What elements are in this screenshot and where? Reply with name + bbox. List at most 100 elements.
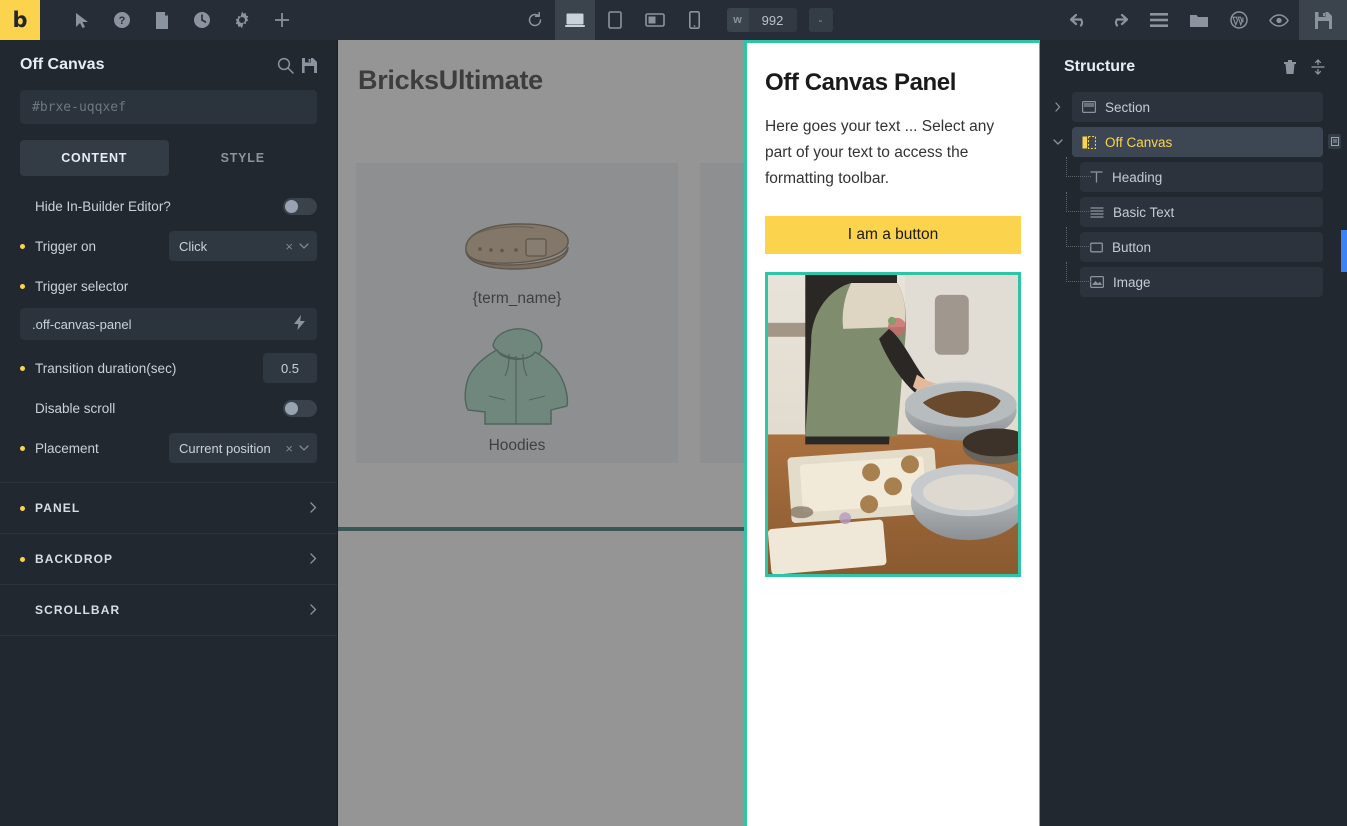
tree-item-label: Button — [1112, 240, 1151, 255]
reload-icon[interactable] — [515, 0, 555, 40]
mobile-icon[interactable] — [675, 0, 715, 40]
cursor-icon[interactable] — [62, 0, 102, 40]
heading-icon — [1090, 171, 1103, 183]
modified-dot — [20, 446, 25, 451]
tablet-portrait-icon[interactable] — [595, 0, 635, 40]
modified-dot — [20, 406, 25, 411]
settings-control-list: Hide In-Builder Editor? Trigger on Click… — [0, 176, 337, 468]
section-icon — [1082, 101, 1096, 113]
chevron-right-icon — [310, 603, 317, 618]
modified-dot — [20, 366, 25, 371]
gear-icon[interactable] — [222, 0, 262, 40]
history-icon[interactable] — [182, 0, 222, 40]
search-icon[interactable] — [277, 57, 294, 74]
control-label: Transition duration(sec) — [35, 361, 253, 376]
canvas-width-field[interactable]: w 992 — [727, 8, 797, 32]
off-canvas-paragraph[interactable]: Here goes your text ... Select any part … — [765, 114, 1021, 192]
category-label: {term_name} — [473, 290, 562, 308]
off-canvas-heading[interactable]: Off Canvas Panel — [765, 69, 1021, 97]
button-icon — [1090, 242, 1103, 253]
modified-dot — [20, 284, 25, 289]
category-cell[interactable]: {term_name} — [458, 169, 576, 316]
trigger-selector-input[interactable]: .off-canvas-panel — [20, 308, 317, 340]
hide-in-builder-editor-toggle[interactable] — [283, 198, 317, 215]
accordion-panel[interactable]: PANEL — [0, 483, 337, 534]
trigger-on-value: Click — [179, 239, 279, 254]
control-transition-duration: Transition duration(sec) 0.5 — [0, 348, 337, 388]
save-icon[interactable] — [302, 58, 317, 73]
plus-icon[interactable] — [262, 0, 302, 40]
clear-icon[interactable]: × — [285, 441, 293, 456]
tree-item-label: Basic Text — [1113, 205, 1174, 220]
undo-icon[interactable] — [1059, 0, 1099, 40]
transition-duration-input[interactable]: 0.5 — [263, 353, 317, 383]
control-trigger-selector: Trigger selector — [0, 266, 337, 306]
redo-icon[interactable] — [1099, 0, 1139, 40]
desktop-icon[interactable] — [555, 0, 595, 40]
chevron-down-icon[interactable] — [299, 241, 309, 252]
off-canvas-panel[interactable]: Off Canvas Panel Here goes your text ...… — [744, 40, 1040, 826]
accordion-label: BACKDROP — [35, 552, 300, 566]
modified-dot — [20, 506, 25, 511]
tree-item-image[interactable]: Image — [1080, 267, 1323, 297]
toolbar-right-group — [1059, 0, 1347, 40]
element-id-field[interactable]: #brxe-uqqxef — [20, 90, 317, 124]
tree-row-image: Image — [1050, 267, 1323, 297]
tab-style[interactable]: STYLE — [169, 140, 318, 176]
bricks-logo[interactable]: b — [0, 0, 40, 40]
control-disable-scroll: Disable scroll — [0, 388, 337, 428]
canvas-height-field[interactable]: - — [809, 8, 833, 32]
category-cell[interactable]: Hoodies — [459, 316, 575, 463]
structure-header-icons — [1283, 59, 1325, 75]
tree-row-heading: Heading — [1050, 162, 1323, 192]
tree-row-section: Section — [1050, 92, 1323, 122]
tablet-landscape-icon[interactable] — [635, 0, 675, 40]
belt-illustration — [458, 177, 576, 281]
page-icon[interactable] — [142, 0, 182, 40]
top-toolbar: b ? — [0, 0, 1347, 40]
trigger-on-select[interactable]: Click × — [169, 231, 317, 261]
off-canvas-button[interactable]: I am a button — [765, 216, 1021, 254]
chevron-down-icon[interactable] — [1050, 139, 1066, 145]
control-label: Trigger selector — [35, 279, 317, 294]
canvas-width-label: w — [727, 8, 749, 32]
page-title: Off Canvas — [20, 56, 277, 74]
chevron-right-icon[interactable] — [1050, 102, 1066, 112]
modified-dot — [20, 244, 25, 249]
category-card[interactable]: {term_name} — [356, 163, 678, 463]
builder-canvas[interactable]: BricksUltimate — [338, 40, 1040, 826]
collapse-all-icon[interactable] — [1311, 59, 1325, 75]
wordpress-icon[interactable] — [1219, 0, 1259, 40]
tab-content[interactable]: CONTENT — [20, 140, 169, 176]
save-button[interactable] — [1299, 0, 1347, 40]
trash-icon[interactable] — [1283, 59, 1297, 75]
canvas-width-value[interactable]: 992 — [749, 8, 797, 32]
tree-item-section[interactable]: Section — [1072, 92, 1323, 122]
placement-select[interactable]: Current position × — [169, 433, 317, 463]
chevron-down-icon[interactable] — [299, 443, 309, 454]
tree-item-heading[interactable]: Heading — [1080, 162, 1323, 192]
accordion-backdrop[interactable]: BACKDROP — [0, 534, 337, 585]
structure-scrollbar-thumb[interactable] — [1341, 230, 1347, 272]
element-badge-icon[interactable] — [1328, 134, 1341, 149]
tree-item-button[interactable]: Button — [1080, 232, 1323, 262]
disable-scroll-toggle[interactable] — [283, 400, 317, 417]
modified-dot — [20, 204, 25, 209]
menu-icon[interactable] — [1139, 0, 1179, 40]
help-icon[interactable]: ? — [102, 0, 142, 40]
placement-value: Current position — [179, 441, 279, 456]
preview-icon[interactable] — [1259, 0, 1299, 40]
lightning-icon[interactable] — [294, 315, 305, 333]
tree-item-basic-text[interactable]: Basic Text — [1080, 197, 1323, 227]
image-icon — [1090, 276, 1104, 288]
tree-row-button: Button — [1050, 232, 1323, 262]
tree-item-label: Image — [1113, 275, 1151, 290]
toolbar-left-group: ? — [62, 0, 302, 40]
clear-icon[interactable]: × — [285, 239, 293, 254]
accordion-scrollbar[interactable]: SCROLLBAR — [0, 585, 337, 636]
tree-item-off-canvas[interactable]: Off Canvas — [1072, 127, 1323, 157]
off-canvas-image[interactable] — [765, 272, 1021, 577]
control-label: Trigger on — [35, 239, 159, 254]
folder-icon[interactable] — [1179, 0, 1219, 40]
structure-tree: Section Off Canvas — [1040, 92, 1347, 297]
